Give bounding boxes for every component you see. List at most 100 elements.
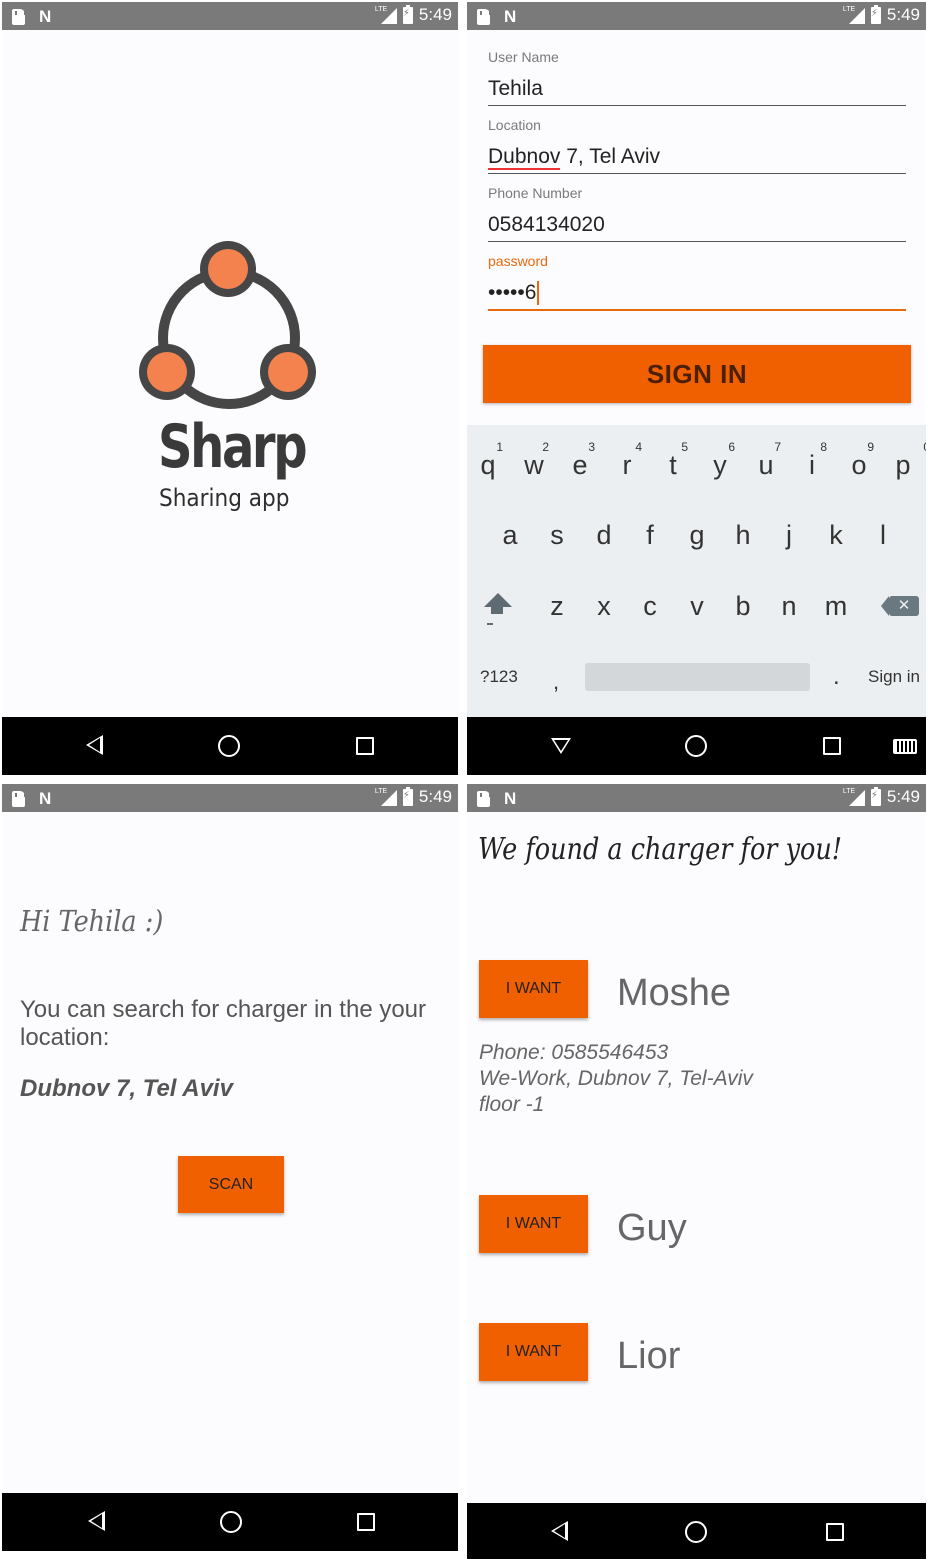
home-icon[interactable] bbox=[685, 1521, 707, 1543]
key-m[interactable]: m bbox=[813, 576, 859, 636]
key-f[interactable]: f bbox=[627, 505, 673, 565]
sd-card-icon bbox=[477, 9, 491, 25]
splash-screen: N LTE 5:49 Sharp Sharing app bbox=[2, 2, 458, 775]
status-time: 5:49 bbox=[886, 787, 920, 806]
username-label: User Name bbox=[488, 49, 559, 65]
key-v[interactable]: v bbox=[674, 576, 720, 636]
welcome-screen: N LTE 5:49 Hi Tehila :) You can search f… bbox=[2, 784, 458, 1551]
soft-keyboard: q1 w2 e3 r4 t5 y6 u7 i8 o9 p0 a s d f g … bbox=[467, 425, 926, 717]
key-k[interactable]: k bbox=[813, 505, 859, 565]
key-a[interactable]: a bbox=[487, 505, 533, 565]
charger-address: We-Work, Dubnov 7, Tel-Aviv bbox=[479, 1067, 753, 1090]
key-h[interactable]: h bbox=[720, 505, 766, 565]
i-want-button[interactable]: I WANT bbox=[479, 960, 588, 1018]
location-label: Location bbox=[488, 117, 541, 133]
recent-apps-icon[interactable] bbox=[826, 1523, 844, 1541]
key-l[interactable]: l bbox=[860, 505, 906, 565]
recent-apps-icon[interactable] bbox=[823, 737, 841, 755]
location-field[interactable]: Location Dubnov 7, Tel Aviv bbox=[488, 117, 906, 174]
charger-phone: Phone: 0585546453 bbox=[479, 1041, 669, 1064]
i-want-button[interactable]: I WANT bbox=[479, 1323, 588, 1381]
key-e[interactable]: e3 bbox=[557, 435, 603, 495]
nav-bar bbox=[467, 1503, 926, 1559]
key-b[interactable]: b bbox=[720, 576, 766, 636]
sign-in-button[interactable]: SIGN IN bbox=[483, 345, 911, 403]
hide-keyboard-icon[interactable] bbox=[551, 738, 571, 754]
location-input[interactable]: Dubnov 7, Tel Aviv bbox=[488, 143, 906, 171]
sd-card-icon bbox=[12, 791, 26, 807]
status-time: 5:49 bbox=[418, 5, 452, 24]
password-label: password bbox=[488, 253, 548, 269]
key-g[interactable]: g bbox=[674, 505, 720, 565]
home-icon[interactable] bbox=[218, 735, 240, 757]
lte-signal-icon: LTE bbox=[375, 788, 397, 806]
keyboard-row-2: a s d f g h j k l bbox=[467, 505, 926, 565]
sign-in-action-key[interactable]: Sign in bbox=[868, 667, 920, 687]
symbols-key[interactable]: ?123 bbox=[480, 667, 518, 687]
battery-charging-icon bbox=[870, 4, 881, 24]
results-screen: N LTE 5:49 We found a charger for you! I… bbox=[467, 784, 926, 1559]
password-input[interactable]: •••••6 bbox=[488, 279, 906, 307]
back-icon[interactable] bbox=[551, 1521, 568, 1541]
notification-n-icon: N bbox=[39, 7, 51, 26]
key-j[interactable]: j bbox=[766, 505, 812, 565]
space-key[interactable] bbox=[585, 663, 810, 691]
app-name: Sharp bbox=[158, 412, 308, 482]
key-x[interactable]: x bbox=[581, 576, 627, 636]
status-bar: N LTE 5:49 bbox=[2, 784, 458, 812]
scan-button[interactable]: SCAN bbox=[178, 1156, 284, 1213]
battery-charging-icon bbox=[402, 4, 413, 24]
sd-card-icon bbox=[477, 791, 491, 807]
username-input[interactable]: Tehila bbox=[488, 75, 906, 103]
key-q[interactable]: q1 bbox=[467, 435, 511, 495]
key-c[interactable]: c bbox=[627, 576, 673, 636]
recent-apps-icon[interactable] bbox=[356, 737, 374, 755]
greeting-text: Hi Tehila :) bbox=[20, 904, 164, 938]
search-message: You can search for charger in the your l… bbox=[20, 996, 427, 1051]
key-z[interactable]: z bbox=[534, 576, 580, 636]
keyboard-row-1: q1 w2 e3 r4 t5 y6 u7 i8 o9 p0 bbox=[467, 435, 926, 495]
backspace-icon[interactable]: ✕ bbox=[881, 596, 919, 616]
keyboard-icon[interactable] bbox=[893, 739, 917, 754]
period-key[interactable]: . bbox=[833, 663, 840, 691]
password-field[interactable]: password •••••6 bbox=[488, 253, 906, 311]
phone-input[interactable]: 0584134020 bbox=[488, 211, 906, 239]
lte-signal-icon: LTE bbox=[375, 6, 397, 24]
back-icon[interactable] bbox=[86, 735, 103, 755]
key-i[interactable]: i8 bbox=[789, 435, 835, 495]
key-r[interactable]: r4 bbox=[604, 435, 650, 495]
key-t[interactable]: t5 bbox=[650, 435, 696, 495]
status-time: 5:49 bbox=[418, 787, 452, 806]
key-u[interactable]: u7 bbox=[743, 435, 789, 495]
home-icon[interactable] bbox=[685, 735, 707, 757]
status-bar: N LTE 5:49 bbox=[467, 784, 926, 812]
key-d[interactable]: d bbox=[581, 505, 627, 565]
recent-apps-icon[interactable] bbox=[357, 1513, 375, 1531]
charger-owner-name: Moshe bbox=[617, 972, 732, 1014]
charger-owner-name: Guy bbox=[617, 1207, 687, 1249]
results-title: We found a charger for you! bbox=[478, 832, 843, 867]
shift-icon[interactable] bbox=[482, 593, 512, 633]
nav-bar bbox=[2, 717, 458, 775]
lte-signal-icon: LTE bbox=[843, 6, 865, 24]
username-field[interactable]: User Name Tehila bbox=[488, 49, 906, 106]
key-w[interactable]: w2 bbox=[511, 435, 557, 495]
key-n[interactable]: n bbox=[766, 576, 812, 636]
i-want-button[interactable]: I WANT bbox=[479, 1195, 588, 1253]
home-icon[interactable] bbox=[220, 1511, 242, 1533]
key-s[interactable]: s bbox=[534, 505, 580, 565]
login-screen: N LTE 5:49 User Name Tehila Location Dub… bbox=[467, 2, 926, 775]
battery-charging-icon bbox=[402, 786, 413, 806]
charger-owner-name: Lior bbox=[617, 1335, 681, 1377]
back-icon[interactable] bbox=[88, 1511, 105, 1531]
lte-signal-icon: LTE bbox=[843, 788, 865, 806]
key-y[interactable]: y6 bbox=[697, 435, 743, 495]
sd-card-icon bbox=[12, 9, 26, 25]
phone-field[interactable]: Phone Number 0584134020 bbox=[488, 185, 906, 242]
status-bar: N LTE 5:49 bbox=[467, 2, 926, 30]
key-p[interactable]: p0 bbox=[880, 435, 926, 495]
phone-label: Phone Number bbox=[488, 185, 583, 201]
comma-key[interactable]: , bbox=[553, 669, 559, 695]
key-o[interactable]: o9 bbox=[836, 435, 882, 495]
notification-n-icon: N bbox=[504, 789, 516, 808]
